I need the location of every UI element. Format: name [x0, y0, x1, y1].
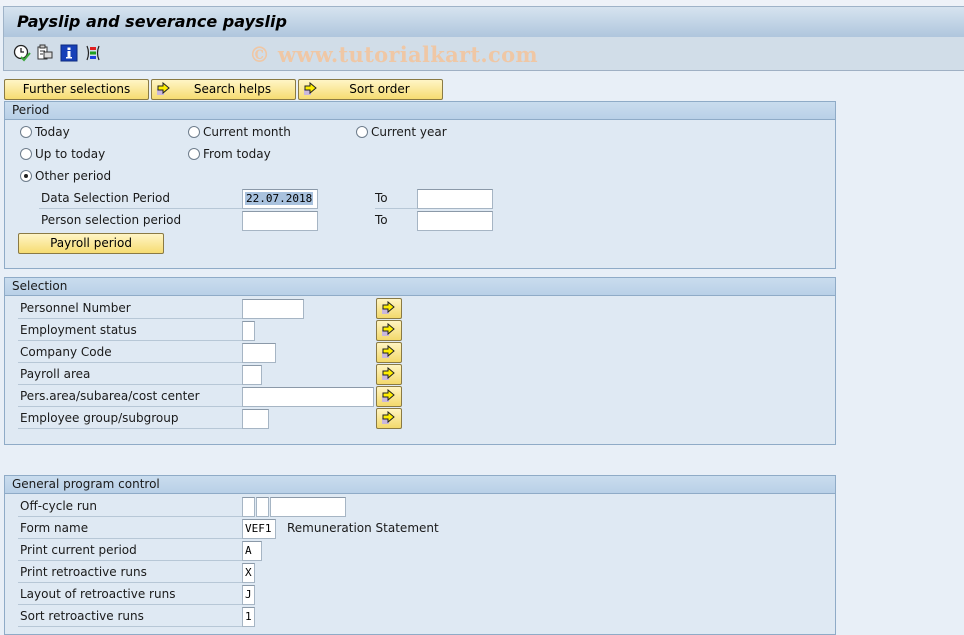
radio-label: Current year [371, 125, 447, 139]
radio-circle[interactable] [188, 148, 200, 160]
personnel-number-multiple-selection-button[interactable] [376, 298, 402, 319]
radio-circle-selected[interactable] [20, 170, 32, 182]
employee-group-subgroup-label: Employee group/subgroup [18, 409, 242, 429]
sort-retroactive-runs-input[interactable]: 1 [242, 607, 255, 627]
radio-today[interactable]: Today [20, 125, 70, 139]
payroll-area-multiple-selection-button[interactable] [376, 364, 402, 385]
general-program-control-header: General program control [5, 476, 835, 494]
person-selection-period-label: Person selection period [41, 213, 182, 227]
data-selection-from-input[interactable]: 22.07.2018 [242, 189, 318, 209]
data-selection-from-value: 22.07.2018 [245, 192, 314, 205]
print-current-period-input[interactable]: A [242, 541, 262, 561]
employee-group-multiple-selection-button[interactable] [376, 408, 402, 429]
off-cycle-run-label: Off-cycle run [18, 497, 242, 517]
watermark-text: © www.tutorialkart.com [249, 42, 538, 67]
off-cycle-input-2[interactable] [256, 497, 269, 517]
arrow-right-icon [157, 82, 170, 95]
employment-status-multiple-selection-button[interactable] [376, 320, 402, 341]
radio-from-today[interactable]: From today [188, 147, 271, 161]
payroll-period-label: Payroll period [50, 236, 132, 250]
sort-order-button[interactable]: Sort order [298, 79, 443, 100]
employment-status-input[interactable] [242, 321, 255, 341]
get-variant-icon[interactable] [36, 44, 54, 62]
search-helps-label: Search helps [193, 82, 272, 96]
arrow-right-icon [304, 82, 317, 95]
radio-circle[interactable] [356, 126, 368, 138]
search-helps-button[interactable]: Search helps [151, 79, 296, 100]
layout-retroactive-runs-label: Layout of retroactive runs [18, 585, 242, 605]
radio-circle[interactable] [188, 126, 200, 138]
company-code-multiple-selection-button[interactable] [376, 342, 402, 363]
page-title: Payslip and severance payslip [17, 12, 287, 31]
application-toolbar: © www.tutorialkart.com [3, 37, 964, 71]
data-selection-to-input[interactable] [417, 189, 493, 209]
pers-area-subarea-cost-center-label: Pers.area/subarea/cost center [18, 387, 242, 407]
selection-group-header: Selection [5, 278, 835, 296]
payroll-period-button[interactable]: Payroll period [18, 233, 164, 254]
execute-clock-icon[interactable] [13, 44, 31, 62]
radio-other-period[interactable]: Other period [20, 169, 111, 183]
person-selection-from-input[interactable] [242, 211, 318, 231]
company-code-label: Company Code [18, 343, 242, 363]
arrow-right-icon [382, 323, 395, 336]
print-current-period-label: Print current period [18, 541, 242, 561]
pers-area-multiple-selection-button[interactable] [376, 386, 402, 407]
arrow-right-icon [382, 367, 395, 380]
to-label: To [375, 189, 417, 209]
radio-current-month[interactable]: Current month [188, 125, 291, 139]
arrow-right-icon [382, 301, 395, 314]
off-cycle-input-3[interactable] [270, 497, 346, 517]
payroll-area-input[interactable] [242, 365, 262, 385]
radio-label: Today [35, 125, 70, 139]
layout-retroactive-runs-input[interactable]: J [242, 585, 255, 605]
company-code-input[interactable] [242, 343, 276, 363]
radio-label: Other period [35, 169, 112, 183]
further-selections-button[interactable]: Further selections [4, 79, 149, 100]
employment-status-label: Employment status [18, 321, 242, 341]
form-name-description: Remuneration Statement [287, 521, 439, 535]
pers-area-subarea-cost-center-input[interactable] [242, 387, 374, 407]
radio-label: Current month [203, 125, 291, 139]
person-selection-to-input[interactable] [417, 211, 493, 231]
period-group-header: Period [5, 102, 835, 120]
off-cycle-input-1[interactable] [242, 497, 255, 517]
title-bar: Payslip and severance payslip [3, 6, 964, 37]
sort-order-label: Sort order [349, 82, 410, 96]
selection-options-icon[interactable] [84, 44, 102, 62]
radio-up-to-today[interactable]: Up to today [20, 147, 105, 161]
print-retroactive-runs-label: Print retroactive runs [18, 563, 242, 583]
info-icon[interactable] [60, 44, 78, 62]
sort-retroactive-runs-label: Sort retroactive runs [18, 607, 242, 627]
arrow-right-icon [382, 345, 395, 358]
employee-group-subgroup-input[interactable] [242, 409, 269, 429]
print-retroactive-runs-input[interactable]: X [242, 563, 255, 583]
arrow-right-icon [382, 389, 395, 402]
further-selections-label: Further selections [22, 82, 131, 96]
form-name-label: Form name [18, 519, 242, 539]
radio-label: From today [203, 147, 271, 161]
form-name-input[interactable]: VEF1 [242, 519, 276, 539]
to-label: To [375, 213, 388, 227]
personnel-number-input[interactable] [242, 299, 304, 319]
radio-circle[interactable] [20, 148, 32, 160]
data-selection-period-label: Data Selection Period [39, 189, 242, 209]
payroll-area-label: Payroll area [18, 365, 242, 385]
radio-label: Up to today [35, 147, 106, 161]
radio-current-year[interactable]: Current year [356, 125, 447, 139]
personnel-number-label: Personnel Number [18, 299, 242, 319]
radio-circle[interactable] [20, 126, 32, 138]
arrow-right-icon [382, 411, 395, 424]
